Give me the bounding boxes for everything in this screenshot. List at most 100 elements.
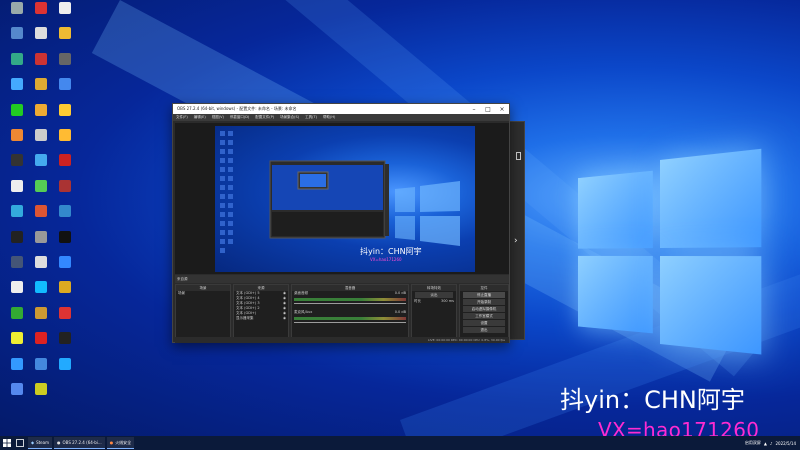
stop-streaming-button[interactable]: 停止直播 xyxy=(463,292,505,298)
desktop-icon[interactable] xyxy=(4,52,30,79)
start-recording-button[interactable]: 开始录制 xyxy=(463,299,505,305)
obs-preview[interactable]: 抖yin：CHN阿宇 VX=hao171260 xyxy=(175,123,509,274)
desktop-icon[interactable] xyxy=(52,27,78,53)
start-button[interactable] xyxy=(1,437,13,449)
mixer-dock[interactable]: 混音器 桌面音频 0.0 dB 麦克风/Aux 0.0 dB xyxy=(291,284,409,340)
menu-item[interactable]: 停靠窗口(D) xyxy=(230,115,249,120)
app-icon xyxy=(11,230,23,243)
obs-projector-window[interactable]: › xyxy=(509,121,525,340)
desktop-icon[interactable] xyxy=(52,332,78,358)
tray-text[interactable]: 启用双屏 xyxy=(745,440,761,446)
desktop-icon[interactable] xyxy=(4,205,30,231)
transition-duration[interactable]: 时长 300 ms xyxy=(412,299,456,304)
desktop-icon[interactable] xyxy=(28,154,54,180)
desktop-icon[interactable] xyxy=(4,78,30,104)
desktop-icon[interactable] xyxy=(52,78,78,104)
menu-item[interactable]: 配置文件(P) xyxy=(255,115,274,120)
desktop-icon[interactable] xyxy=(4,383,30,409)
menu-item[interactable]: 编辑(E) xyxy=(194,115,206,120)
desktop-icon[interactable] xyxy=(28,27,54,53)
desktop-icon[interactable] xyxy=(4,256,30,282)
sources-dock[interactable]: 来源 文本 (GDI+) 5 ◉ 文本 (GDI+) 4 ◉ 文本 (GDI+) 3… xyxy=(233,284,289,340)
source-item[interactable]: 显示器采集 ◉ xyxy=(234,316,288,321)
desktop-icon[interactable] xyxy=(4,2,30,28)
app-icon xyxy=(35,179,47,192)
desktop-icon[interactable] xyxy=(28,205,54,231)
desktop-icon[interactable] xyxy=(52,306,78,333)
taskbar-app-steam[interactable]: ◆ Steam xyxy=(28,437,52,449)
desktop-icon[interactable] xyxy=(28,78,54,104)
desktop-icon[interactable] xyxy=(4,103,30,130)
desktop-icon[interactable] xyxy=(4,332,30,358)
search-icon[interactable] xyxy=(14,437,26,449)
obs-titlebar[interactable]: OBS 27.2.4 (64-bit, windows) - 配置文件: 未命名… xyxy=(173,104,509,114)
menu-item[interactable]: 工具(T) xyxy=(305,115,317,120)
maximize-icon[interactable]: □ xyxy=(481,106,495,113)
app-icon xyxy=(11,205,23,218)
menu-item[interactable]: 场景集合(S) xyxy=(280,115,299,120)
desktop-icon[interactable] xyxy=(4,179,30,206)
desktop-icon[interactable] xyxy=(52,357,78,384)
desktop-icon[interactable] xyxy=(28,281,54,307)
desktop-icon[interactable] xyxy=(52,129,78,155)
desktop-watermark: 抖yin：CHN阿宇 xyxy=(560,386,745,414)
desktop-icon[interactable] xyxy=(52,2,78,28)
desktop-icon[interactable] xyxy=(52,179,78,206)
desktop-icon[interactable] xyxy=(4,27,30,53)
desktop-icon[interactable] xyxy=(4,281,30,307)
obs-window[interactable]: OBS 27.2.4 (64-bit, windows) - 配置文件: 未命名… xyxy=(172,103,510,343)
desktop-icon[interactable] xyxy=(52,52,78,79)
menu-item[interactable]: 文件(F) xyxy=(176,115,188,120)
desktop-icon[interactable] xyxy=(28,103,54,130)
chevron-right-icon[interactable]: › xyxy=(514,236,518,246)
taskbar-app-huorong[interactable]: ● 火绒安全 xyxy=(106,437,135,449)
exit-button[interactable]: 退出 xyxy=(463,327,505,333)
menu-item[interactable]: 帮助(H) xyxy=(323,115,335,120)
virtual-camera-button[interactable]: 启动虚拟摄像机 xyxy=(463,306,505,312)
app-icon xyxy=(35,78,47,91)
app-icon xyxy=(59,256,71,268)
duration-value[interactable]: 300 ms xyxy=(441,299,454,304)
desktop-icon[interactable] xyxy=(28,2,54,28)
network-icon[interactable]: ▲ xyxy=(764,441,767,446)
studio-mode-button[interactable]: 工作室模式 xyxy=(463,313,505,319)
app-icon xyxy=(11,281,23,294)
settings-button[interactable]: 设置 xyxy=(463,320,505,326)
desktop-icon[interactable] xyxy=(52,154,78,180)
desktop-icon[interactable] xyxy=(4,129,30,155)
desktop-icon[interactable] xyxy=(28,306,54,333)
clock-date[interactable]: 2022/5/14 xyxy=(775,441,796,446)
taskbar-app-obs[interactable]: ● OBS 27.2.4 (64-bi... xyxy=(54,437,105,449)
volume-slider[interactable] xyxy=(294,303,406,304)
desktop-icon[interactable] xyxy=(28,332,54,358)
volume-slider[interactable] xyxy=(294,322,406,323)
desktop-icon[interactable] xyxy=(28,230,54,257)
desktop-icon[interactable] xyxy=(28,256,54,282)
transition-select[interactable]: 淡出 xyxy=(415,292,453,298)
desktop-icon[interactable] xyxy=(28,383,54,409)
desktop-icon[interactable] xyxy=(28,357,54,384)
close-icon[interactable]: × xyxy=(495,106,509,113)
desktop-icon[interactable] xyxy=(52,103,78,130)
eye-icon[interactable]: ◉ xyxy=(283,316,286,321)
desktop-icon[interactable] xyxy=(52,205,78,231)
app-icon xyxy=(59,103,71,116)
windows-logo xyxy=(578,148,762,355)
desktop-icon[interactable] xyxy=(52,281,78,307)
scenes-dock[interactable]: 场景 场景 xyxy=(175,284,231,340)
volume-icon[interactable]: ♪ xyxy=(770,441,773,446)
desktop-icon[interactable] xyxy=(28,129,54,155)
desktop-icon[interactable] xyxy=(52,256,78,282)
controls-dock[interactable]: 控件 停止直播 开始录制 启动虚拟摄像机 工作室模式 设置 退出 xyxy=(459,284,509,340)
desktop-icon[interactable] xyxy=(4,357,30,384)
minimize-icon[interactable]: – xyxy=(467,106,481,113)
menu-item[interactable]: 视图(V) xyxy=(212,115,224,120)
desktop-icon[interactable] xyxy=(28,52,54,79)
desktop-icon[interactable] xyxy=(4,230,30,257)
transitions-dock[interactable]: 转场特效 淡出 时长 300 ms xyxy=(411,284,457,340)
scene-item[interactable]: 场景 xyxy=(176,291,230,296)
desktop-icon[interactable] xyxy=(52,230,78,257)
desktop-icon[interactable] xyxy=(4,154,30,180)
desktop-icon[interactable] xyxy=(4,306,30,333)
desktop-icon[interactable] xyxy=(28,179,54,206)
